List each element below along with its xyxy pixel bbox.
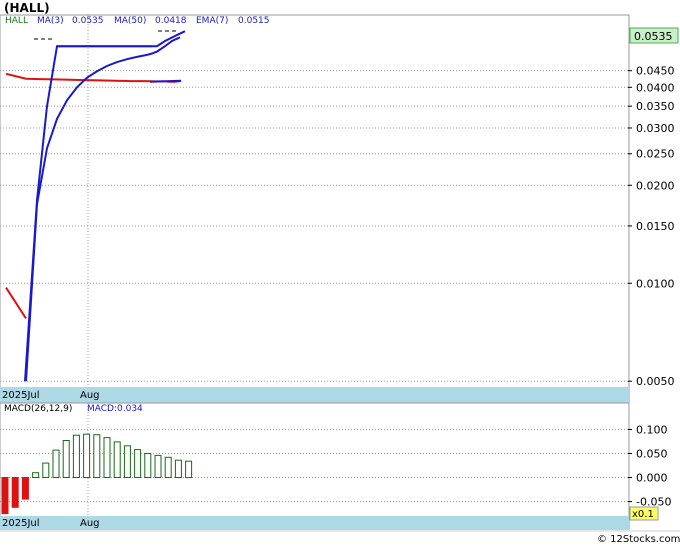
macd-bar (144, 453, 152, 478)
macd-bar (154, 454, 162, 478)
legend-ma50-label: MA(50) (114, 16, 146, 26)
macd-bar (72, 434, 80, 479)
legend-ema7-value: 0.0515 (238, 16, 270, 26)
macd-tick-label: 0.100 (636, 423, 668, 436)
macd-bar (113, 441, 121, 478)
ticker-title: (HALL) (4, 1, 50, 15)
macd-bar (164, 456, 172, 478)
macd-legend-value: MACD:0.034 (87, 404, 143, 414)
price-tick-label: 0.0450 (636, 65, 675, 78)
price-tick-label: 0.0250 (636, 148, 675, 161)
macd-bar (11, 477, 19, 508)
macd-bar (123, 445, 131, 478)
macd-xlabel-jul: 2025Jul (2, 518, 40, 529)
stock-chart: (HALL) 0.0050 0.0100 0.0150 0.0200 0.0250 0.0… (0, 0, 680, 546)
price-tick-label: 0.0350 (636, 100, 675, 113)
price-tick-label: 0.0150 (636, 220, 675, 233)
legend-ma3-label: MA(3) (37, 16, 64, 26)
price-tick-label: 0.0050 (636, 375, 675, 388)
macd-bar (62, 440, 70, 478)
price-xlabel-jul: 2025Jul (2, 390, 40, 401)
legend-ticker: HALL (5, 16, 28, 26)
price-tick-label: 0.0200 (636, 179, 675, 192)
macd-bar (21, 477, 29, 500)
macd-bar (93, 434, 101, 479)
macd-bar (174, 459, 182, 479)
price-tick-label: 0.0300 (636, 122, 675, 135)
scale-badge: x0.1 (632, 509, 654, 520)
macd-bar (52, 449, 60, 479)
macd-bar (83, 433, 91, 479)
legend-ema7-label: EMA(7) (196, 16, 228, 26)
macd-tick-label: 0.000 (636, 472, 668, 485)
chart-background (0, 0, 680, 546)
price-tick-label: 0.0100 (636, 277, 675, 290)
macd-bar (32, 472, 40, 479)
macd-legend-label: MACD(26,12,9) (4, 404, 72, 414)
price-tick-label: 0.0400 (636, 81, 675, 94)
macd-bar (1, 477, 9, 515)
macd-bar (103, 437, 111, 479)
legend-ma50-value: 0.0418 (155, 16, 187, 26)
credit-text: © 12Stocks.com (597, 534, 680, 545)
macd-tick-label: 0.050 (636, 447, 668, 460)
price-xlabel-aug: Aug (80, 390, 100, 401)
macd-bar (185, 460, 193, 479)
legend-ma3-value: 0.0535 (72, 16, 104, 26)
macd-bar (42, 462, 50, 479)
macd-xlabel-aug: Aug (80, 518, 100, 529)
macd-bar (134, 449, 142, 479)
last-price-badge: 0.0535 (634, 30, 673, 43)
ma50-tail-line (149, 79, 182, 83)
